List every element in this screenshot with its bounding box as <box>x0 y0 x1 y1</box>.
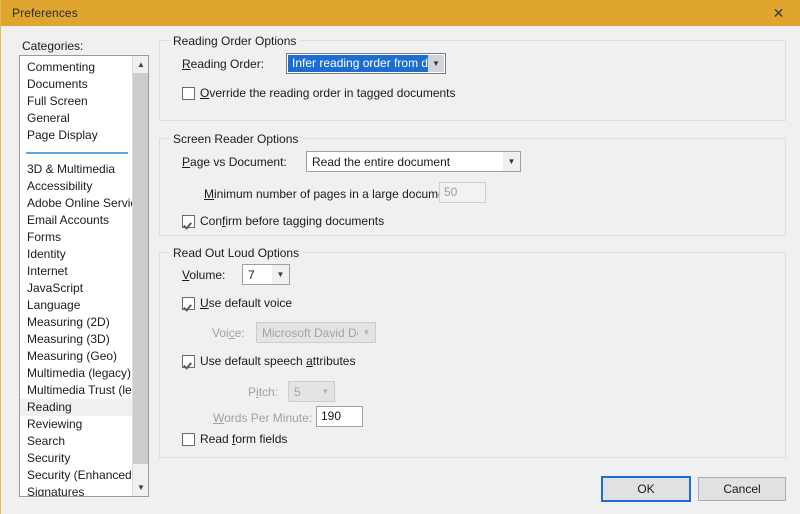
sidebar-item-full-screen[interactable]: Full Screen <box>20 93 133 110</box>
use-default-voice-label: Use default voice <box>200 296 293 310</box>
categories-list: Commenting Documents Full Screen General… <box>20 56 133 496</box>
sidebar-item-identity[interactable]: Identity <box>20 246 133 263</box>
sidebar-item-multimedia-legacy[interactable]: Multimedia (legacy) <box>20 365 133 382</box>
reading-order-group-title: Reading Order Options <box>169 34 301 48</box>
sidebar-separator <box>20 144 133 161</box>
checkbox-indicator[interactable] <box>182 296 195 310</box>
read-out-loud-group-title: Read Out Loud Options <box>169 246 304 260</box>
chevron-down-icon[interactable]: ▼ <box>358 323 375 342</box>
words-per-minute-input[interactable]: 190 <box>316 406 363 427</box>
categories-listbox[interactable]: Commenting Documents Full Screen General… <box>19 55 149 497</box>
checkbox-indicator[interactable] <box>182 354 195 368</box>
preferences-dialog: Preferences ✕ Categories: Commenting Doc… <box>0 0 800 514</box>
sidebar-item-adobe-online-services[interactable]: Adobe Online Services <box>20 195 133 212</box>
pitch-label: Pitch: <box>248 385 279 399</box>
sidebar-item-commenting[interactable]: Commenting <box>20 59 133 76</box>
chevron-down-icon[interactable]: ▼ <box>272 265 289 284</box>
reading-order-combo[interactable]: Infer reading order from document (recom… <box>286 53 446 74</box>
window-title: Preferences <box>12 6 78 20</box>
chevron-down-icon[interactable]: ▼ <box>317 382 334 401</box>
sidebar-item-language[interactable]: Language <box>20 297 133 314</box>
words-per-minute-label: Words Per Minute: <box>213 411 313 425</box>
page-vs-document-combo[interactable]: Read the entire document ▼ <box>306 151 521 172</box>
confirm-before-tagging-label: Confirm before tagging documents <box>200 214 385 228</box>
override-reading-order-checkbox[interactable]: Override the reading order in tagged doc… <box>182 86 456 100</box>
sidebar-item-email-accounts[interactable]: Email Accounts <box>20 212 133 229</box>
dialog-button-bar: OK Cancel <box>1 470 800 514</box>
sidebar-item-accessibility[interactable]: Accessibility <box>20 178 133 195</box>
screen-reader-group-title: Screen Reader Options <box>169 132 303 146</box>
sidebar-item-security[interactable]: Security <box>20 450 133 467</box>
volume-combo[interactable]: 7 ▼ <box>242 264 290 285</box>
volume-value: 7 <box>248 267 255 282</box>
screen-reader-group: Screen Reader Options Page vs Document: … <box>159 132 786 236</box>
chevron-down-icon[interactable]: ▼ <box>428 55 444 72</box>
checkbox-indicator[interactable] <box>182 432 195 446</box>
sidebar-item-search[interactable]: Search <box>20 433 133 450</box>
use-default-speech-attributes-checkbox[interactable]: Use default speech attributes <box>182 354 355 368</box>
page-vs-document-value: Read the entire document <box>312 154 451 169</box>
chevron-up-icon[interactable]: ▲ <box>133 56 148 73</box>
read-form-fields-checkbox[interactable]: Read form fields <box>182 432 287 446</box>
page-vs-document-label: Page vs Document: <box>182 155 287 169</box>
close-icon[interactable]: ✕ <box>756 0 800 26</box>
sidebar-item-general[interactable]: General <box>20 110 133 127</box>
sidebar-item-multimedia-trust-legacy[interactable]: Multimedia Trust (legacy) <box>20 382 133 399</box>
sidebar-item-measuring-2d[interactable]: Measuring (2D) <box>20 314 133 331</box>
use-default-voice-checkbox[interactable]: Use default voice <box>182 296 292 310</box>
voice-combo[interactable]: Microsoft David Desktop ▼ <box>256 322 376 343</box>
sidebar-item-forms[interactable]: Forms <box>20 229 133 246</box>
minimum-pages-input[interactable]: 50 <box>439 182 486 203</box>
cancel-button[interactable]: Cancel <box>698 477 786 501</box>
read-form-fields-label: Read form fields <box>200 432 288 446</box>
checkbox-indicator[interactable] <box>182 214 195 228</box>
volume-label: Volume: <box>182 268 226 282</box>
ok-button[interactable]: OK <box>601 476 691 502</box>
dialog-body: Categories: Commenting Documents Full Sc… <box>1 26 800 514</box>
minimum-pages-label: Minimum number of pages in a large docum… <box>204 187 459 201</box>
checkbox-indicator[interactable] <box>182 86 195 100</box>
sidebar-item-documents[interactable]: Documents <box>20 76 133 93</box>
categories-label: Categories: <box>22 39 84 53</box>
override-reading-order-label: Override the reading order in tagged doc… <box>200 86 456 100</box>
reading-order-label: Reading Order: <box>182 57 265 71</box>
sidebar-item-internet[interactable]: Internet <box>20 263 133 280</box>
categories-scrollbar[interactable]: ▲ ▼ <box>132 56 148 496</box>
scrollbar-track[interactable] <box>133 73 148 479</box>
pitch-combo[interactable]: 5 ▼ <box>288 381 335 402</box>
sidebar-item-reading[interactable]: Reading <box>20 399 133 416</box>
pitch-value: 5 <box>294 384 301 399</box>
sidebar-item-javascript[interactable]: JavaScript <box>20 280 133 297</box>
sidebar-item-reviewing[interactable]: Reviewing <box>20 416 133 433</box>
reading-order-value: Infer reading order from document (recom… <box>288 55 428 72</box>
reading-order-group: Reading Order Options Reading Order: Inf… <box>159 34 786 121</box>
voice-label: Voice: <box>212 326 245 340</box>
confirm-before-tagging-checkbox[interactable]: Confirm before tagging documents <box>182 214 384 228</box>
voice-value: Microsoft David Desktop <box>262 325 358 340</box>
sidebar-item-measuring-geo[interactable]: Measuring (Geo) <box>20 348 133 365</box>
sidebar-item-page-display[interactable]: Page Display <box>20 127 133 144</box>
scrollbar-thumb[interactable] <box>133 73 148 464</box>
read-out-loud-group: Read Out Loud Options Volume: 7 ▼ Use de… <box>159 246 786 458</box>
use-default-speech-attributes-label: Use default speech attributes <box>200 354 356 368</box>
sidebar-item-measuring-3d[interactable]: Measuring (3D) <box>20 331 133 348</box>
window-titlebar: Preferences ✕ <box>1 0 800 26</box>
sidebar-item-3d-multimedia[interactable]: 3D & Multimedia <box>20 161 133 178</box>
chevron-down-icon[interactable]: ▼ <box>503 152 520 171</box>
